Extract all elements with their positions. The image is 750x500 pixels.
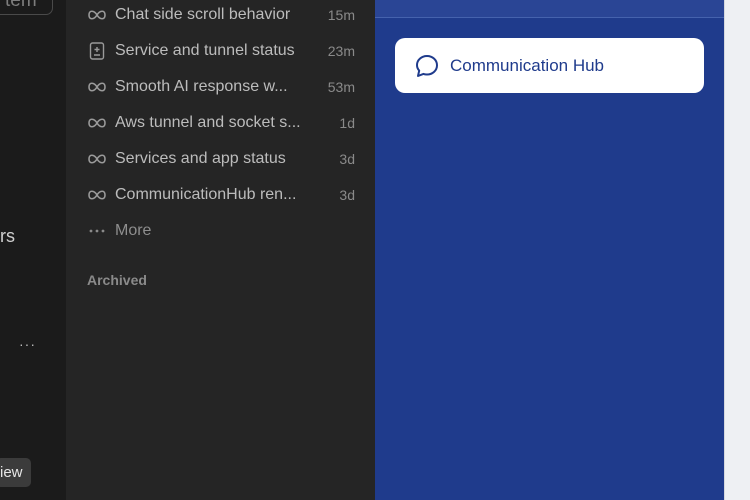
more-chats-button[interactable]: More (87, 213, 355, 249)
chat-history-panel: Chat side scroll behavior 15m Service an… (66, 0, 375, 500)
infinity-icon (87, 77, 107, 97)
sidebar-item-fragment-text: tem (5, 0, 37, 11)
infinity-icon (87, 5, 107, 25)
communication-hub-card[interactable]: Communication Hub (395, 38, 704, 93)
chat-title: Service and tunnel status (115, 42, 295, 59)
chat-title: Services and app status (115, 150, 286, 167)
chat-bubble-icon (414, 53, 440, 79)
chat-time: 3d (339, 151, 355, 167)
chat-time: 3d (339, 187, 355, 203)
chat-list-item[interactable]: Smooth AI response w... 53m (87, 69, 355, 105)
more-label: More (115, 222, 152, 239)
chat-list-item[interactable]: CommunicationHub ren... 3d (87, 177, 355, 213)
chat-time: 53m (327, 79, 355, 95)
window-edge (724, 0, 750, 500)
chat-list-item[interactable]: Aws tunnel and socket s... 1d (87, 105, 355, 141)
preview-header-bar (375, 0, 724, 18)
view-button-fragment[interactable]: iew (0, 458, 31, 487)
document-plus-icon (87, 41, 107, 61)
chat-list-item[interactable]: Services and app status 3d (87, 141, 355, 177)
communication-hub-label: Communication Hub (450, 55, 605, 75)
chat-time: 23m (327, 43, 355, 59)
chat-list-item[interactable]: Service and tunnel status 23m (87, 33, 355, 69)
chat-list-item[interactable]: Chat side scroll behavior 15m (87, 0, 355, 33)
infinity-icon (87, 149, 107, 169)
ellipsis-icon (87, 221, 107, 241)
more-options-icon[interactable]: ··· (19, 336, 36, 352)
chat-title: Aws tunnel and socket s... (115, 114, 301, 131)
left-sidebar-fragment: tem rs ··· iew (0, 0, 66, 500)
sidebar-label-fragment: rs (0, 226, 15, 246)
chat-title: CommunicationHub ren... (115, 186, 297, 203)
chat-title: Chat side scroll behavior (115, 6, 291, 23)
infinity-icon (87, 113, 107, 133)
app-preview-pane: Communication Hub (375, 0, 724, 500)
archived-section-header[interactable]: Archived (87, 272, 147, 288)
chat-time: 1d (339, 115, 355, 131)
infinity-icon (87, 185, 107, 205)
chat-time: 15m (327, 7, 355, 23)
sidebar-item-fragment[interactable]: tem (0, 0, 53, 15)
chat-title: Smooth AI response w... (115, 78, 288, 95)
